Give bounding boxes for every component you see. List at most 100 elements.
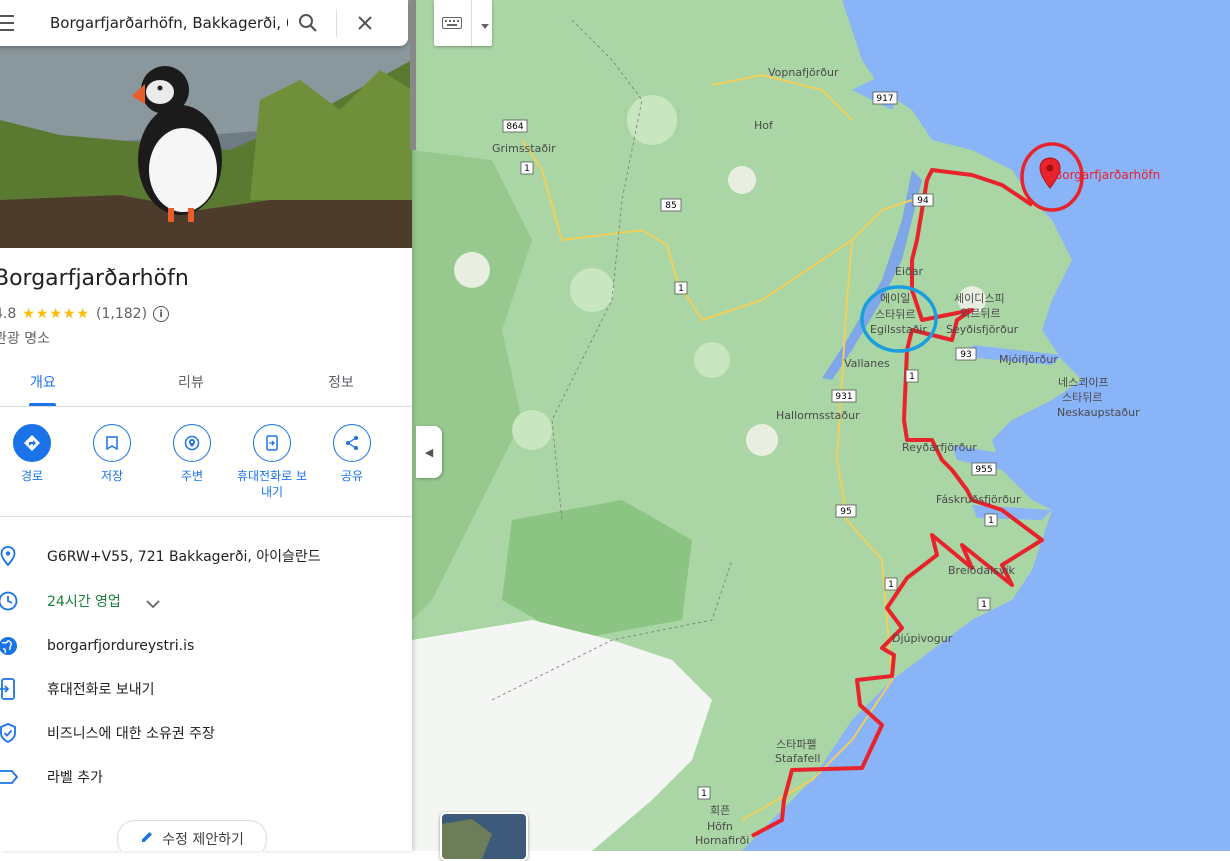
label-stafafell[interactable]: Stafafell [775,752,820,765]
road-shield: 1 [884,577,898,591]
claim-text: 비즈니스에 대한 소유권 주장 [47,726,215,742]
place-category[interactable]: 관광 명소 [0,328,50,348]
label-vallanes[interactable]: Vallanes [844,357,890,370]
label-seydisfjordur-ko1[interactable]: 세이디스피 [954,292,1005,305]
add-label-text: 라벨 추가 [47,770,103,786]
suggest-edit-button[interactable]: 수정 제안하기 [117,820,267,851]
shield-check-icon [0,721,20,745]
address-text: G6RW+V55, 721 Bakkagerði, 아이슬란드 [47,549,321,565]
svg-text:931: 931 [835,392,852,402]
menu-icon[interactable] [0,15,14,31]
label-borgarfjardarhofn[interactable]: Borgarfjarðarhöfn [1054,168,1160,182]
label-hornafirdi[interactable]: Hornafirði [695,834,749,847]
keyboard-icon [442,14,462,33]
rating-value: 4.8 [0,306,17,322]
chevron-left-icon: ◀ [424,445,434,459]
label-hof[interactable]: Hof [754,119,774,132]
website-link[interactable]: borgarfjordureystri.is [47,638,194,654]
label-neskaupstadur-ko2[interactable]: 스타뒤르 [1062,391,1102,404]
svg-text:1: 1 [988,516,994,526]
svg-text:85: 85 [665,201,676,211]
directions-label: 경로 [20,469,44,483]
tab-reviews[interactable]: 리뷰 [178,372,204,392]
label-seydisfjordur-ko2[interactable]: 외르뒤르 [960,307,1000,320]
label-neskaupstadur-ko1[interactable]: 네스쾨이프 [1058,376,1109,389]
search-input[interactable]: Borgarfjarðarhöfn, Bakkagerði, 0 [50,14,288,32]
add-label-row[interactable]: 라벨 추가 [0,762,412,792]
road-shield: 1 [674,281,688,295]
share-button[interactable]: 공유 [312,424,392,484]
save-button[interactable]: 저장 [72,424,152,484]
pencil-icon [140,830,154,848]
hours-text: 24시간 영업 [47,594,121,610]
keyboard-input-tool[interactable] [434,0,492,46]
label-egilsstadir[interactable]: Egilsstaðir [870,323,927,336]
tab-about[interactable]: 정보 [328,372,354,392]
svg-text:93: 93 [960,350,971,360]
directions-button[interactable]: 경로 [0,424,72,484]
chevron-down-icon[interactable] [481,14,489,33]
map-svg[interactable]: 917 864 1 85 1 94 93 1 931 955 95 1 1 1 … [412,0,1230,851]
svg-text:1: 1 [701,789,707,799]
rating-stars: ★★★★★ [22,306,91,322]
search-icon[interactable] [288,3,328,43]
road-shield: 93 [955,347,977,361]
label-stafafell-ko[interactable]: 스타파펠 [776,738,816,751]
patch [728,166,756,194]
address-row[interactable]: G6RW+V55, 721 Bakkagerði, 아이슬란드 [0,541,412,571]
review-count[interactable]: (1,182) [96,306,147,322]
label-djupivogur[interactable]: Djúpivogur [892,632,953,645]
save-label: 저장 [100,469,124,483]
tab-overview[interactable]: 개요 [30,372,56,392]
send-to-phone-label: 휴대전화로 보내기 [236,469,308,499]
send-to-phone-button[interactable]: 휴대전화로 보내기 [232,424,312,500]
label-seydisfjordur[interactable]: Seyðisfjörður [946,323,1019,336]
svg-text:95: 95 [840,507,851,517]
place-title: Borgarfjarðarhöfn [0,266,189,291]
label-eidar[interactable]: Eiðar [895,265,923,278]
chevron-down-icon[interactable] [146,594,160,613]
send-phone-row[interactable]: 휴대전화로 보내기 [0,674,412,704]
send-to-phone-icon [253,424,291,462]
road-shield: 1 [984,513,998,527]
collapse-panel-button[interactable]: ◀ [416,426,442,478]
label-vopnafjordur[interactable]: Vopnafjörður [768,66,839,79]
suggest-edit-label: 수정 제안하기 [162,832,244,848]
svg-text:1: 1 [524,164,530,174]
map-canvas[interactable]: 917 864 1 85 1 94 93 1 931 955 95 1 1 1 … [412,0,1230,851]
road-shield: 85 [660,198,682,212]
website-row[interactable]: borgarfjordureystri.is [0,631,412,661]
info-icon[interactable]: i [153,306,170,322]
nearby-button[interactable]: 주변 [152,424,232,484]
claim-row[interactable]: 비즈니스에 대한 소유권 주장 [0,718,412,748]
label-tag-icon [0,765,20,789]
hours-row[interactable]: 24시간 영업 [0,586,412,616]
label-faskrudsfjordur[interactable]: Fáskrúðsfjörður [936,493,1021,506]
label-hallormsstadur[interactable]: Hallormsstaður [776,409,860,422]
svg-text:1: 1 [981,600,987,610]
label-neskaupstadur[interactable]: Neskaupstaður [1057,406,1140,419]
action-buttons: 경로 저장 주변 휴대전화로 보내기 공유 [0,424,412,517]
label-mjoifjordur[interactable]: Mjóifjörður [999,353,1058,366]
location-pin-icon [0,544,20,568]
road-shield: 1 [520,161,534,175]
label-egilsstadir-ko2[interactable]: 스타뒤르 [875,308,915,321]
patch [746,424,778,456]
search-divider [336,9,337,37]
layers-thumbnail[interactable] [440,812,528,861]
close-icon[interactable] [345,3,385,43]
label-grimsstadir[interactable]: Grimsstaðir [492,142,556,155]
patch [694,342,730,378]
tab-active-indicator [29,403,56,406]
share-icon [333,424,371,462]
patch [512,410,552,450]
panel-scrollbar[interactable] [410,0,416,150]
label-egilsstadir-ko1[interactable]: 에이일 [880,291,910,305]
phone-send-icon [0,677,20,701]
place-panel: Borgarfjarðarhöfn 4.8 ★★★★★ (1,182) i 관광… [0,0,412,851]
label-reydarfjordur[interactable]: Reyðarfjörður [902,441,977,454]
label-breiddalsvik[interactable]: Breiðdalsvík [948,564,1015,577]
road-shield: 955 [971,462,997,476]
label-hofn[interactable]: Höfn [707,820,733,833]
label-hofn-ko[interactable]: 회픈 [710,804,730,817]
